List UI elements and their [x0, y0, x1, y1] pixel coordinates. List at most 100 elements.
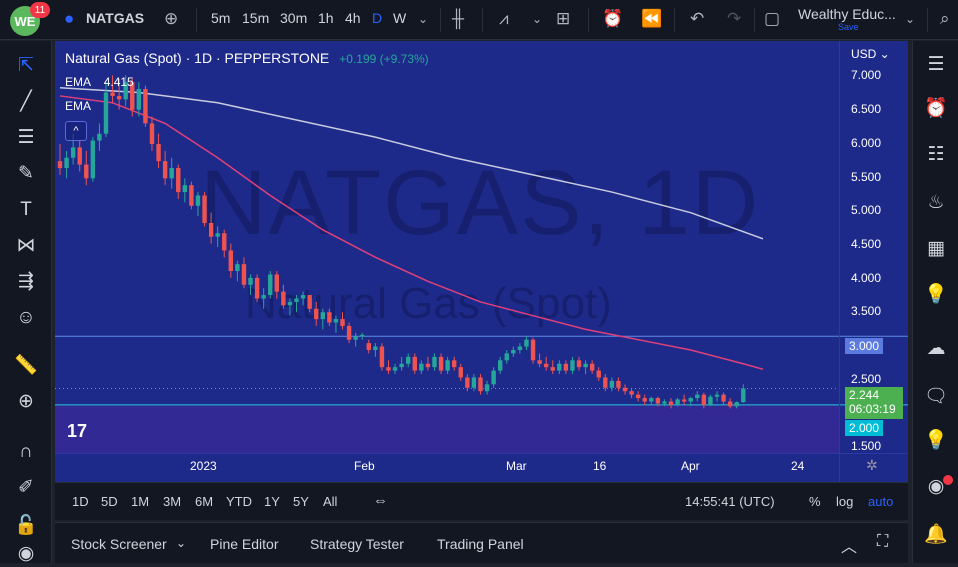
collapse-panel-icon[interactable]: ︿ — [841, 533, 857, 557]
candle — [557, 360, 562, 375]
text-icon[interactable]: T — [13, 197, 39, 223]
add-symbol-icon[interactable]: ⊕ — [164, 9, 178, 29]
interval-5m[interactable]: 5m — [211, 10, 230, 26]
tab-trading-panel[interactable]: Trading Panel — [437, 536, 524, 552]
ema-fast-line[interactable] — [59, 95, 764, 370]
chevron-down-icon[interactable]: ⌄ — [418, 12, 428, 26]
candle — [360, 332, 365, 340]
interval-15m[interactable]: 15m — [242, 10, 269, 26]
candle-body — [222, 233, 227, 251]
tab-pine-editor[interactable]: Pine Editor — [210, 536, 278, 552]
collapse-legend-button[interactable]: ^ — [65, 121, 87, 141]
candle-body — [511, 350, 516, 354]
lock-drawing-icon[interactable]: ✐ — [13, 475, 39, 501]
cursor-icon[interactable]: ⇱ — [13, 53, 39, 79]
range-1m[interactable]: 1M — [131, 494, 149, 509]
currency-selector[interactable]: USD ⌄ — [851, 47, 890, 61]
candle-body — [708, 396, 713, 405]
range-1y[interactable]: 1Y — [264, 494, 280, 509]
level-tag-2[interactable]: 2.000 — [845, 420, 884, 436]
right-toolbar: ☰ ⏰ ☷ ♨ ▦ 💡 ☁ 🗨 💡 ◉ 🔔 — [912, 41, 958, 563]
zoom-in-icon[interactable]: ⊕ — [13, 389, 39, 415]
goto-date-icon[interactable]: ⇔ — [373, 492, 388, 509]
candle-body — [662, 401, 667, 404]
layout-name-button[interactable]: Wealthy Educ... — [798, 6, 896, 22]
interval-d[interactable]: D — [372, 10, 382, 26]
range-3m[interactable]: 3M — [163, 494, 181, 509]
candle — [333, 315, 339, 333]
ema-legend-1[interactable]: EMA 4.415 — [65, 75, 134, 89]
candle — [406, 353, 411, 368]
chevron-down-icon[interactable]: ⌄ — [532, 12, 542, 26]
interval-30m[interactable]: 30m — [280, 10, 307, 26]
search-icon[interactable]: ⌕ — [940, 9, 950, 29]
candle — [77, 140, 82, 172]
fib-retracement-icon[interactable]: ☰ — [13, 125, 39, 151]
pattern-icon[interactable]: ⋈ — [13, 233, 39, 259]
toolbar-divider — [674, 8, 675, 32]
range-1d[interactable]: 1D — [72, 494, 89, 509]
cloud-icon[interactable]: ☁ — [922, 335, 950, 363]
indicators-icon[interactable]: ⩘ — [499, 9, 509, 29]
price-chart-svg[interactable] — [55, 41, 908, 482]
range-ytd[interactable]: YTD — [226, 494, 252, 509]
ema-legend-2[interactable]: EMA — [65, 99, 91, 113]
candles-icon[interactable]: ╫ — [452, 9, 464, 29]
symbol-search-button[interactable]: NATGAS — [86, 10, 144, 26]
ideas-lightbulb-icon[interactable]: 💡 — [922, 281, 950, 309]
prediction-icon[interactable]: ⇶ — [13, 269, 39, 295]
candle — [248, 274, 253, 296]
clock-time[interactable]: 14:55:41 (UTC) — [685, 494, 775, 509]
interval-w[interactable]: W — [393, 10, 406, 26]
interval-1h[interactable]: 1h — [318, 10, 334, 26]
save-label[interactable]: Save — [838, 22, 859, 32]
help-icon[interactable]: 💡 — [922, 427, 950, 455]
data-window-icon[interactable]: ☷ — [922, 141, 950, 169]
candle — [84, 150, 89, 186]
range-6m[interactable]: 6M — [195, 494, 213, 509]
candle-body — [543, 363, 549, 368]
brush-icon[interactable]: ✎ — [13, 161, 39, 187]
chevron-down-icon[interactable]: ⌄ — [176, 536, 186, 550]
watchlist-icon[interactable]: ☰ — [922, 51, 950, 79]
auto-toggle[interactable]: auto — [868, 494, 893, 509]
level-tag-3[interactable]: 3.000 — [845, 338, 884, 354]
chat-icon[interactable]: 🗨 — [922, 383, 950, 411]
settings-gear-icon[interactable]: ✲ — [866, 457, 878, 474]
log-toggle[interactable]: log — [836, 494, 853, 509]
candle — [274, 271, 280, 299]
magnet-icon[interactable]: ∩ — [13, 439, 39, 465]
calendar-icon[interactable]: ▦ — [922, 235, 950, 263]
candle-body — [438, 356, 444, 371]
chart-pane[interactable]: NATGAS, 1D Natural Gas (Spot) Natural Ga… — [55, 41, 908, 482]
price-axis-border — [839, 41, 840, 482]
candle — [649, 396, 654, 405]
replay-icon[interactable]: ⏪ — [641, 9, 662, 29]
range-5y[interactable]: 5Y — [293, 494, 309, 509]
candle — [622, 384, 628, 395]
tab-strategy-tester[interactable]: Strategy Tester — [310, 536, 404, 552]
chevron-down-icon[interactable]: ⌄ — [905, 12, 915, 26]
percent-toggle[interactable]: % — [809, 494, 821, 509]
notifications-bell-icon[interactable]: 🔔 — [922, 521, 950, 549]
range-all[interactable]: All — [323, 494, 337, 509]
price-tick: 3.500 — [851, 304, 882, 318]
candle-body — [622, 387, 628, 392]
hotlists-flame-icon[interactable]: ♨ — [922, 189, 950, 217]
layout-grid-icon[interactable]: ⊞ — [556, 9, 570, 29]
trend-line-icon[interactable]: ╱ — [13, 89, 39, 115]
fullscreen-box-icon[interactable]: ▢ — [764, 9, 780, 29]
current-price: 2.244 — [849, 388, 880, 402]
range-5d[interactable]: 5D — [101, 494, 118, 509]
interval-4h[interactable]: 4h — [345, 10, 361, 26]
alerts-clock-icon[interactable]: ⏰ — [922, 95, 950, 123]
emoji-icon[interactable]: ☺ — [13, 305, 39, 331]
time-tick: Apr — [681, 459, 700, 473]
ruler-icon[interactable]: 📏 — [13, 353, 39, 379]
undo-icon[interactable]: ↶ — [690, 9, 704, 29]
tab-stock-screener[interactable]: Stock Screener — [71, 536, 167, 552]
maximize-panel-icon[interactable]: ⛶ — [877, 533, 888, 551]
lock-icon[interactable]: 🔓 — [13, 513, 39, 539]
eye-icon[interactable]: ◉ — [13, 541, 39, 567]
alert-icon[interactable]: ⏰ — [602, 9, 623, 29]
